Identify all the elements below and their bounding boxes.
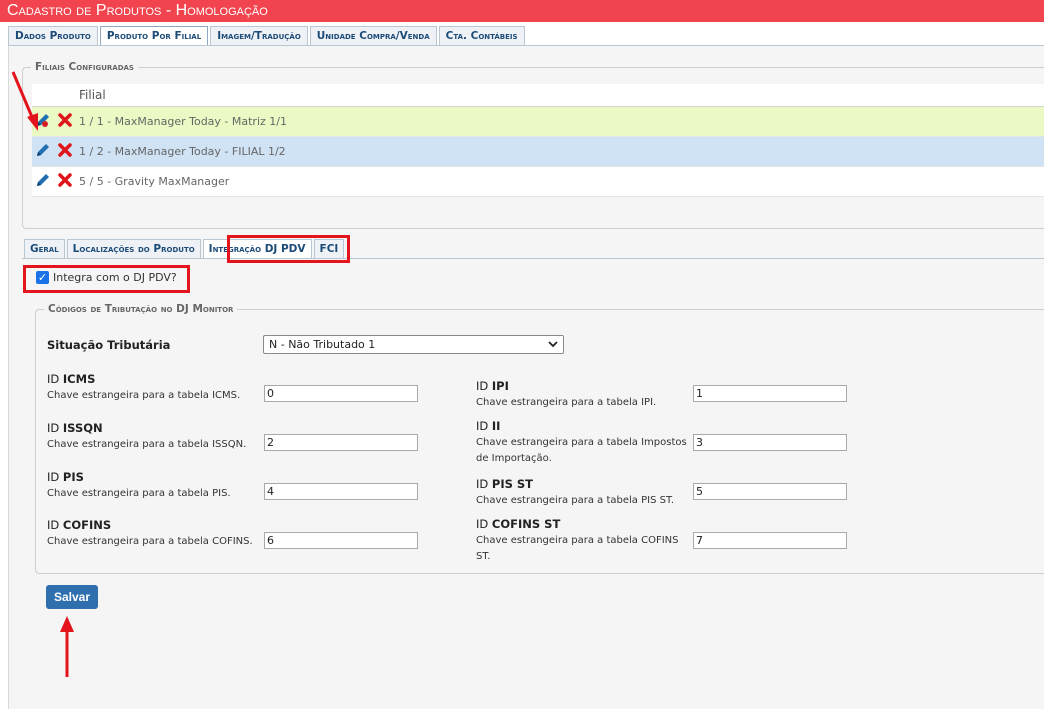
annotation-arrows [11,71,74,677]
annotation-arrow-icon [11,71,38,131]
annotation-arrow-icon [60,616,74,677]
